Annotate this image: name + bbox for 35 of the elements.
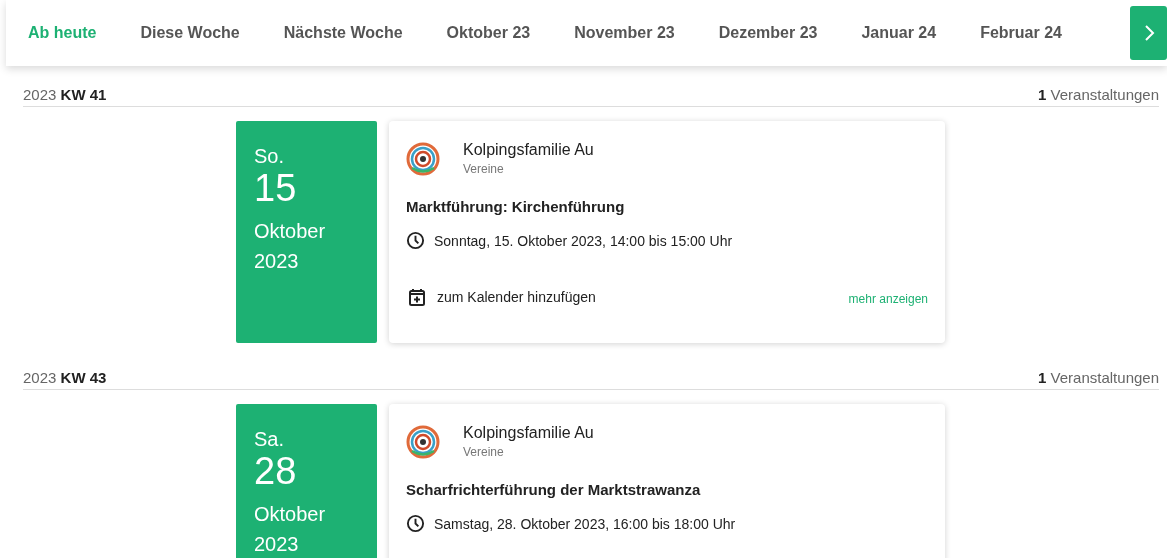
event-time: Samstag, 28. Oktober 2023, 16:00 bis 18:00 Uhr <box>434 515 736 532</box>
event-title: Marktführung: Kirchenführung <box>406 198 626 215</box>
organizer-name: Kolpingsfamilie Au <box>463 141 594 159</box>
clock-icon <box>406 231 425 250</box>
organizer-name: Kolpingsfamilie Au <box>463 424 594 442</box>
event-count: 1 Veranstaltungen <box>1038 369 1159 386</box>
week-heading: 2023 KW 41 <box>23 86 107 103</box>
month: Oktober <box>254 501 327 527</box>
tab[interactable]: Diese Woche <box>118 24 262 42</box>
spiral-logo-icon <box>406 424 440 459</box>
day-number: 15 <box>254 168 298 210</box>
tab[interactable]: Oktober 23 <box>424 24 553 42</box>
clock-icon <box>406 514 425 533</box>
organizer-category: Vereine <box>463 445 505 459</box>
event-title: Scharfrichterführung der Marktstrawanza <box>406 481 702 498</box>
weekday: So. <box>254 145 286 168</box>
day-number: 28 <box>254 451 298 493</box>
organizer-category: Vereine <box>463 162 505 176</box>
tab[interactable]: Dezember 23 <box>696 24 840 42</box>
tab[interactable]: Nächste Woche <box>261 24 425 42</box>
next-button[interactable] <box>1130 6 1167 60</box>
calendar-plus-icon <box>409 288 425 306</box>
add-to-calendar-link[interactable]: zum Kalender hinzufügen <box>409 288 596 306</box>
chevron-right-icon <box>1142 24 1155 42</box>
weekday: Sa. <box>254 428 286 451</box>
event-time: Sonntag, 15. Oktober 2023, 14:00 bis 15:00 Uhr <box>434 232 733 249</box>
event-count: 1 Veranstaltungen <box>1038 86 1159 103</box>
tab[interactable]: Februar 24 <box>958 24 1084 42</box>
tab[interactable]: November 23 <box>552 24 697 42</box>
year: 2023 <box>254 531 300 557</box>
year: 2023 <box>254 248 300 274</box>
tab[interactable]: Januar 24 <box>839 24 959 42</box>
week-heading: 2023 KW 43 <box>23 369 107 386</box>
spiral-logo-icon <box>406 141 440 176</box>
month: Oktober <box>254 218 327 244</box>
